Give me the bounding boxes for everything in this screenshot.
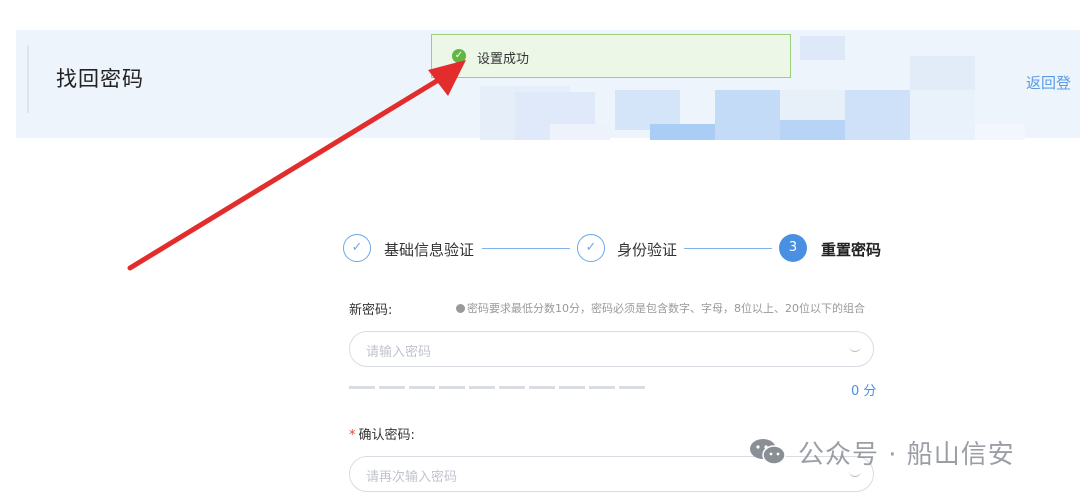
new-password-input[interactable]: 请输入密码 xyxy=(349,331,874,367)
strength-segment xyxy=(469,386,495,389)
required-mark: * xyxy=(349,428,356,443)
strength-segment xyxy=(409,386,435,389)
step-2-check-icon: ✓ xyxy=(577,234,605,262)
step-1-label: 基础信息验证 xyxy=(384,241,475,259)
step-3-number: 3 xyxy=(779,234,807,262)
strength-segment xyxy=(349,386,375,389)
confirm-password-label: * 确认密码: xyxy=(349,424,415,443)
eye-closed-icon[interactable] xyxy=(849,346,861,352)
new-password-label: 新密码: xyxy=(349,303,393,318)
confirm-password-label-text: 确认密码: xyxy=(358,428,415,443)
watermark-text: 公众号 · 船山信安 xyxy=(798,440,1015,470)
strength-segment xyxy=(529,386,555,389)
info-icon xyxy=(456,303,465,313)
confirm-password-input[interactable]: 请再次输入密码 xyxy=(349,456,874,492)
confirm-password-placeholder: 请再次输入密码 xyxy=(366,470,458,485)
strength-segment xyxy=(439,386,465,389)
new-password-placeholder: 请输入密码 xyxy=(366,345,432,360)
wechat-icon xyxy=(750,439,786,465)
password-hint-text: 密码要求最低分数10分，密码必须是包含数字、字母，8位以上、20位以下的组合 xyxy=(467,302,865,315)
strength-segment xyxy=(559,386,585,389)
eye-closed-icon[interactable] xyxy=(849,471,861,477)
step-connector xyxy=(482,248,570,249)
step-3-label: 重置密码 xyxy=(821,241,882,259)
step-2-label: 身份验证 xyxy=(617,241,678,259)
strength-segment xyxy=(499,386,525,389)
strength-segment xyxy=(589,386,615,389)
strength-segment xyxy=(619,386,645,389)
step-connector xyxy=(684,248,772,249)
password-hint: 密码要求最低分数10分，密码必须是包含数字、字母，8位以上、20位以下的组合 xyxy=(456,300,865,316)
strength-segment xyxy=(379,386,405,389)
strength-score: 0 分 xyxy=(851,384,877,399)
step-1-check-icon: ✓ xyxy=(343,234,371,262)
